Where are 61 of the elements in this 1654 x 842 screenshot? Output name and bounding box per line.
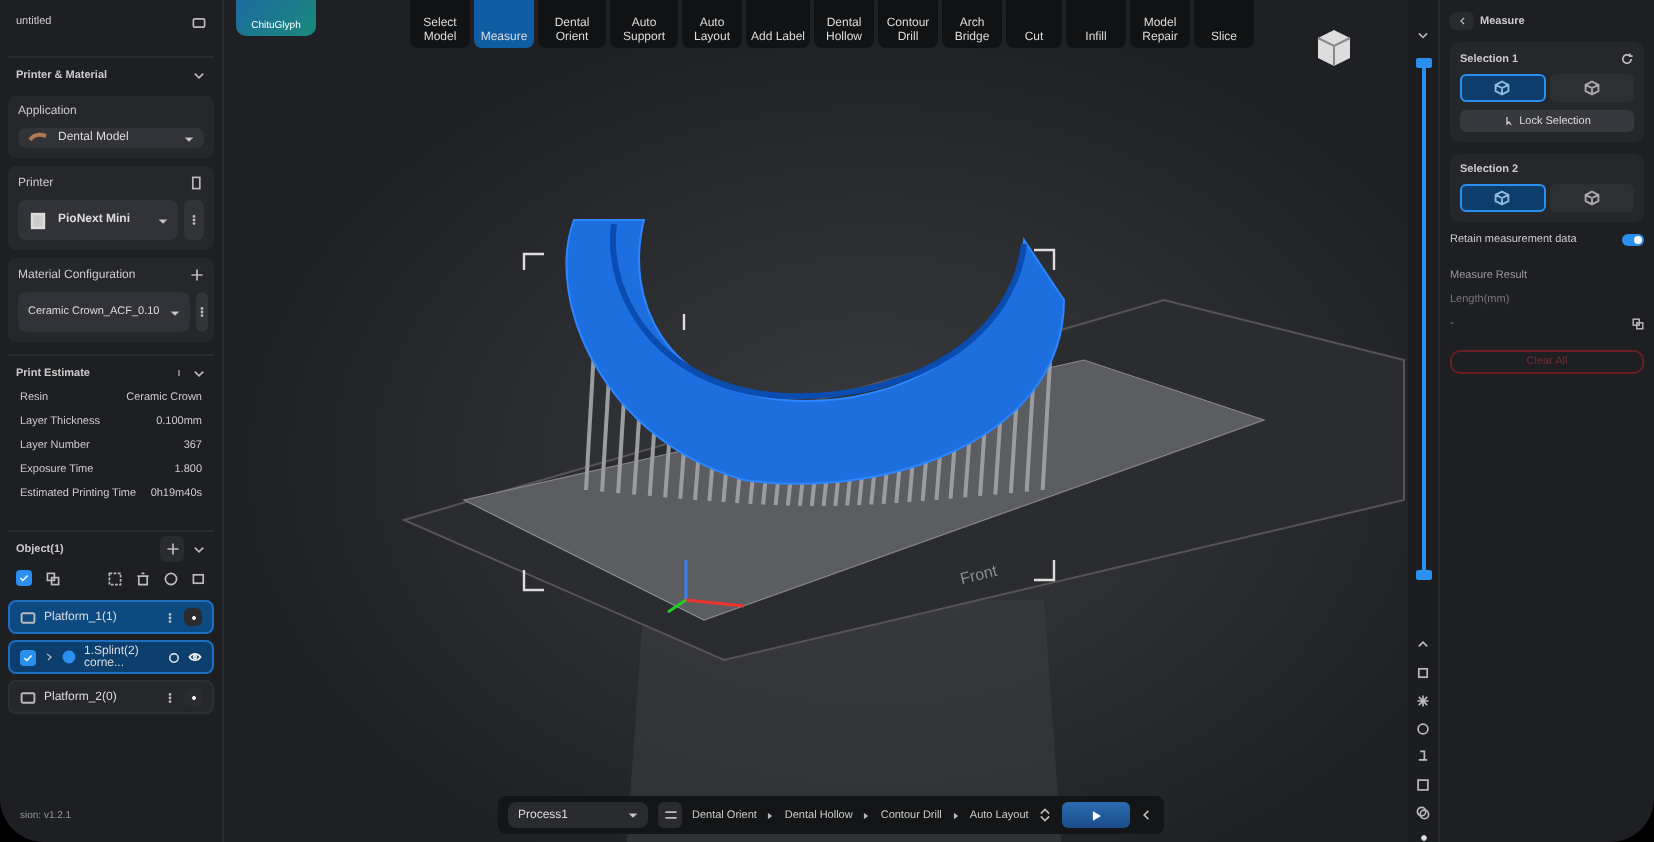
- play-button[interactable]: [1062, 802, 1131, 828]
- reset-icon[interactable]: [1620, 52, 1634, 66]
- overlap-icon[interactable]: [1416, 806, 1430, 820]
- selection-mode-button[interactable]: [1549, 74, 1634, 102]
- caret-icon: [158, 215, 168, 225]
- dot-icon: [189, 613, 197, 621]
- plus-icon[interactable]: [190, 268, 204, 282]
- back-button[interactable]: [1450, 12, 1474, 30]
- ring-icon[interactable]: [1416, 722, 1430, 736]
- platform-action-button[interactable]: [184, 688, 202, 706]
- selection-mode-button[interactable]: [1549, 184, 1634, 212]
- chevron-up-icon[interactable]: [1416, 638, 1430, 652]
- trash-icon[interactable]: [136, 571, 150, 585]
- more-icon: [164, 691, 176, 703]
- slider-thumb[interactable]: [1415, 57, 1431, 68]
- check-icon: [18, 572, 30, 584]
- select-box-icon[interactable]: [108, 571, 122, 585]
- dot-icon: [189, 693, 197, 701]
- check-icon: [22, 651, 34, 663]
- more-icon: [195, 306, 208, 318]
- slider-thumb[interactable]: [1415, 570, 1431, 580]
- dot-icon: [1419, 834, 1427, 842]
- caret-icon: [184, 133, 194, 143]
- process-settings-button[interactable]: [658, 802, 682, 828]
- collapse-chevron-icon[interactable]: [192, 366, 206, 380]
- platform-front-label: Front: [958, 561, 999, 589]
- collapse-chevron-icon[interactable]: [192, 542, 206, 556]
- cursor-icon: [1503, 116, 1514, 126]
- collapse-chevron-icon[interactable]: [1416, 28, 1430, 42]
- copy-icon[interactable]: [1632, 318, 1644, 330]
- plus-icon: [165, 542, 179, 556]
- frame-icon[interactable]: [1416, 778, 1430, 792]
- more-icon: [164, 611, 176, 623]
- eye-icon[interactable]: [188, 650, 202, 664]
- caret-icon: [628, 810, 638, 820]
- sidebar-icon[interactable]: [192, 15, 206, 29]
- group-icon[interactable]: [46, 571, 60, 585]
- cube-icon: [1494, 190, 1511, 206]
- platform-action-button[interactable]: [184, 608, 202, 626]
- back-icon: [1457, 16, 1467, 26]
- platform-icon: [20, 609, 36, 625]
- select-all-checkbox[interactable]: [16, 570, 32, 586]
- platform-icon: [20, 689, 36, 705]
- selection-mode-button[interactable]: [1460, 184, 1545, 212]
- more-button[interactable]: [195, 292, 208, 332]
- cube-icon: [1494, 80, 1511, 96]
- caret-icon: [169, 307, 180, 317]
- play-icon: [1090, 809, 1103, 821]
- view-cube-icon[interactable]: [1316, 28, 1352, 68]
- more-button[interactable]: [184, 200, 204, 240]
- cube-icon: [1583, 190, 1600, 206]
- snowflake-icon[interactable]: [1416, 694, 1430, 708]
- more-icon: [188, 214, 200, 226]
- model-checkbox[interactable]: [20, 649, 36, 665]
- selection-mode-button[interactable]: [1460, 74, 1545, 102]
- collapse-chevron-icon[interactable]: [192, 68, 206, 82]
- reorder-icon[interactable]: [1038, 808, 1053, 822]
- cube-icon: [1583, 80, 1600, 96]
- model-icon: [62, 650, 76, 664]
- retain-toggle[interactable]: [1622, 234, 1644, 246]
- add-button[interactable]: [160, 536, 184, 562]
